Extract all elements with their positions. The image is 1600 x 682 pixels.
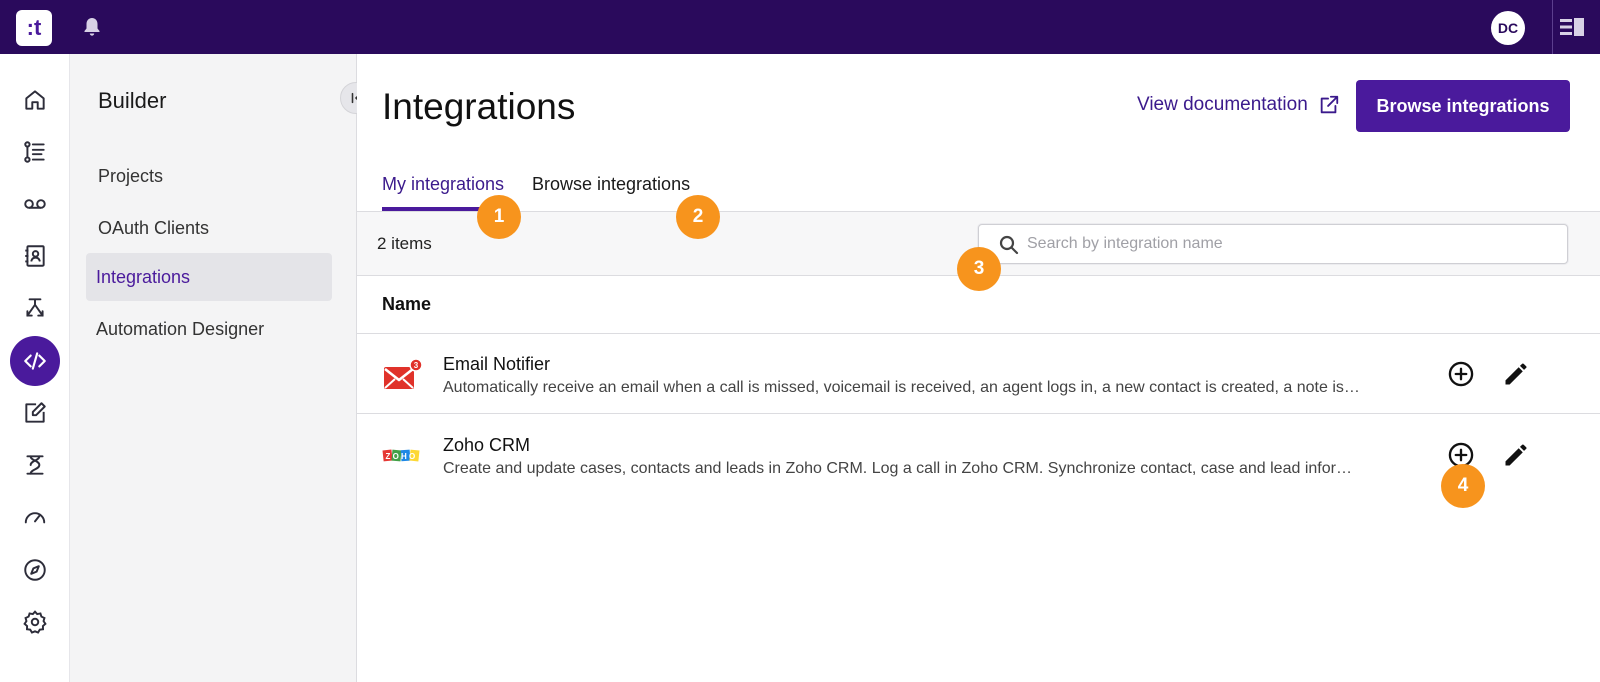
doc-link-label: View documentation	[1137, 94, 1308, 115]
view-documentation-link[interactable]: View documentation	[1137, 94, 1340, 116]
rail-settings[interactable]	[10, 597, 60, 647]
settings-gear-icon	[23, 610, 47, 634]
edit-note-icon	[25, 402, 46, 423]
sidebar-item-label: OAuth Clients	[98, 217, 210, 238]
zoho-logo-icon: ZOHO	[382, 449, 420, 462]
sidebar-item-projects[interactable]: Projects	[86, 152, 332, 200]
rail-edit-note[interactable]	[10, 388, 60, 438]
integration-name: Zoho CRM	[443, 435, 531, 455]
user-avatar[interactable]: DC	[1491, 11, 1525, 45]
search-input[interactable]	[1027, 225, 1557, 263]
edit-pencil-icon[interactable]	[1502, 360, 1530, 388]
edit-pencil-icon[interactable]	[1502, 441, 1530, 469]
sidebar-item-label: Integrations	[96, 266, 191, 287]
sidebar-item-oauth-clients[interactable]: OAuth Clients	[86, 204, 332, 252]
integration-name: Email Notifier	[443, 354, 551, 374]
icon-rail	[0, 54, 70, 682]
builder-sidebar: Builder Projects OAuth Clients Integrati…	[70, 54, 372, 682]
table-row[interactable]: ZOHO Zoho CRM Create and update cases, c…	[357, 415, 1600, 495]
table-row[interactable]: 3 Email Notifier Automatically receive a…	[357, 334, 1600, 414]
rail-code[interactable]	[10, 336, 60, 386]
tab-browse-integrations[interactable]: Browse integrations	[532, 174, 690, 195]
add-circle-icon[interactable]	[1447, 360, 1475, 388]
external-link-icon	[1320, 95, 1338, 114]
routing-icon	[26, 298, 44, 317]
code-icon	[24, 352, 46, 370]
item-count: 2 items	[377, 234, 432, 253]
rail-dashboard[interactable]	[10, 492, 60, 542]
sidebar-item-automation-designer[interactable]: Automation Designer	[86, 305, 332, 353]
integration-description: Automatically receive an email when a ca…	[443, 379, 1363, 396]
rail-list[interactable]	[10, 127, 60, 177]
contacts-icon	[25, 245, 45, 267]
list-icon	[24, 141, 45, 163]
rail-explore[interactable]	[10, 545, 60, 595]
sidebar-item-label: Automation Designer	[96, 318, 265, 339]
app-logo[interactable]: :t	[16, 10, 52, 46]
rail-routing[interactable]	[10, 283, 60, 333]
topbar-divider	[1552, 0, 1553, 54]
search-icon	[999, 235, 1019, 255]
side-panel-toggle-icon[interactable]	[1558, 15, 1586, 39]
voicemail-icon	[24, 199, 46, 209]
rail-voicemail[interactable]	[10, 179, 60, 229]
sidebar-item-integrations[interactable]: Integrations	[86, 253, 332, 301]
annotation-marker-3: 3	[957, 247, 1001, 291]
compass-icon	[24, 559, 46, 581]
rail-contacts[interactable]	[10, 231, 60, 281]
rail-agent[interactable]	[10, 440, 60, 490]
browse-integrations-button[interactable]: Browse integrations	[1356, 80, 1570, 132]
page-title: Integrations	[382, 86, 576, 127]
dashboard-gauge-icon	[24, 512, 46, 524]
notification-badge-count: 3	[414, 361, 419, 370]
annotation-marker-1: 1	[477, 195, 521, 239]
notifications-bell-icon[interactable]	[80, 15, 104, 39]
rail-home[interactable]	[10, 75, 60, 125]
annotation-marker-2: 2	[676, 195, 720, 239]
search-box	[978, 224, 1568, 264]
sidebar-item-label: Projects	[98, 165, 164, 186]
home-icon	[25, 90, 45, 110]
tab-my-integrations[interactable]: My integrations	[382, 174, 504, 195]
sidebar-title: Builder	[98, 88, 167, 113]
main-content: Integrations View documentation Browse i…	[357, 54, 1600, 682]
zoho-logo-text: ZOHO	[386, 452, 418, 461]
column-header-name[interactable]: Name	[382, 294, 431, 315]
agent-icon	[26, 455, 44, 475]
integration-description: Create and update cases, contacts and le…	[443, 460, 1363, 477]
top-bar: :t DC	[0, 0, 1600, 54]
email-envelope-icon: 3	[384, 358, 422, 389]
annotation-marker-4: 4	[1441, 464, 1485, 508]
